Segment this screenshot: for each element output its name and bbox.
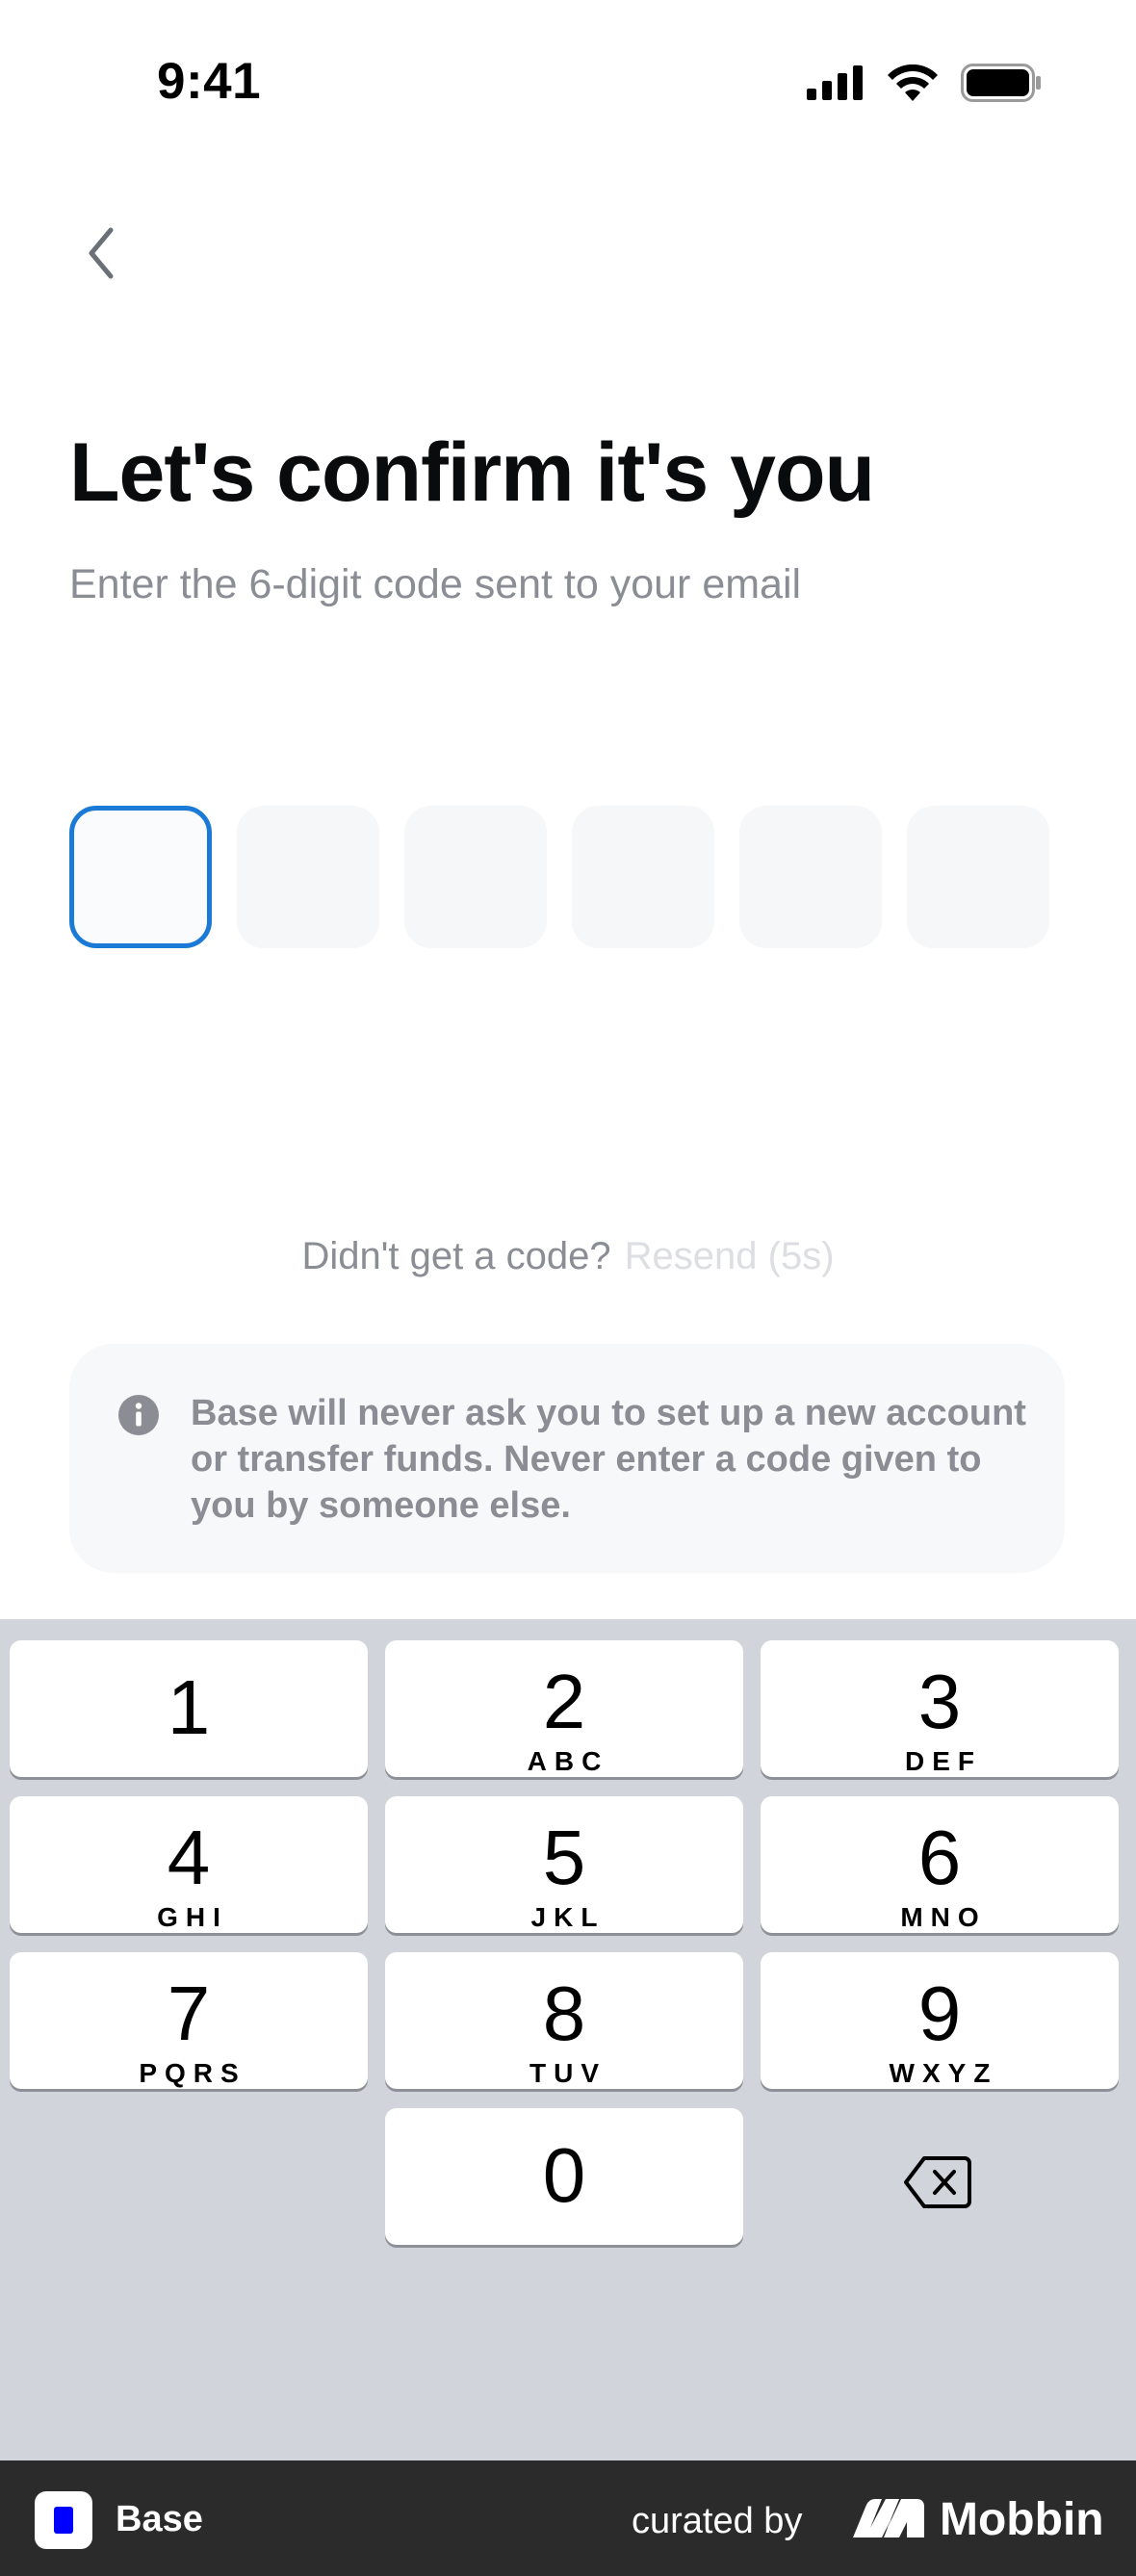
code-digit-2[interactable] <box>237 806 379 948</box>
key-number: 4 <box>167 1815 211 1900</box>
page-subtitle: Enter the 6-digit code sent to your emai… <box>69 561 802 607</box>
key-letters: JKL <box>530 1902 606 1932</box>
info-icon <box>118 1395 159 1435</box>
key-1[interactable]: 1 <box>10 1640 368 1777</box>
key-number: 0 <box>542 2132 586 2218</box>
footer-brand: Mobbin <box>940 2494 1104 2545</box>
battery-icon <box>961 64 1041 102</box>
footer-bar: Base curated by Mobbin <box>0 2460 1136 2576</box>
key-letters: DEF <box>905 1746 982 1776</box>
key-4[interactable]: 4 GHI <box>10 1796 368 1933</box>
code-input-row <box>69 806 1049 948</box>
code-digit-3[interactable] <box>404 806 547 948</box>
key-0[interactable]: 0 <box>385 2108 743 2245</box>
delete-key[interactable] <box>759 2114 1117 2251</box>
footer-app-name: Base <box>116 2499 203 2539</box>
status-bar: 9:41 <box>0 0 1136 169</box>
key-number: 7 <box>167 1971 211 2056</box>
footer-curated-by: curated by <box>632 2501 803 2541</box>
key-number: 1 <box>167 1664 211 1750</box>
numeric-keypad: 1 2 ABC 3 DEF 4 GHI 5 JKL 6 MNO 7 PQRS 8… <box>0 1619 1136 2460</box>
key-3[interactable]: 3 DEF <box>761 1640 1119 1777</box>
info-card: Base will never ask you to set up a new … <box>69 1344 1065 1573</box>
key-number: 8 <box>542 1971 586 2056</box>
status-icons <box>807 64 1042 102</box>
key-9[interactable]: 9 WXYZ <box>761 1952 1119 2089</box>
code-digit-6[interactable] <box>907 806 1049 948</box>
key-number: 2 <box>542 1659 586 1744</box>
key-6[interactable]: 6 MNO <box>761 1796 1119 1933</box>
app-logo-icon <box>35 2491 92 2549</box>
resend-row: Didn't get a code? Resend (5s) <box>0 1235 1136 1278</box>
chevron-left-icon <box>89 227 114 279</box>
key-7[interactable]: 7 PQRS <box>10 1952 368 2089</box>
key-letters: ABC <box>527 1746 609 1776</box>
code-digit-4[interactable] <box>572 806 714 948</box>
key-number: 5 <box>542 1815 586 1900</box>
key-letters: TUV <box>529 2058 607 2088</box>
key-8[interactable]: 8 TUV <box>385 1952 743 2089</box>
cellular-signal-icon <box>807 65 863 100</box>
key-number: 9 <box>917 1971 962 2056</box>
key-letters: PQRS <box>139 2058 246 2088</box>
key-letters: MNO <box>900 1902 987 1932</box>
backspace-icon <box>904 2156 971 2208</box>
page-title: Let's confirm it's you <box>69 426 875 519</box>
key-letters: WXYZ <box>889 2058 998 2088</box>
key-letters: GHI <box>157 1902 228 1932</box>
code-digit-1[interactable] <box>69 806 212 948</box>
back-button[interactable] <box>67 219 135 287</box>
status-time: 9:41 <box>157 53 262 110</box>
key-2[interactable]: 2 ABC <box>385 1640 743 1777</box>
wifi-icon <box>888 64 938 101</box>
mobbin-logo-icon <box>853 2499 924 2537</box>
resend-question: Didn't get a code? <box>301 1235 611 1277</box>
key-number: 3 <box>917 1659 962 1744</box>
code-digit-5[interactable] <box>739 806 882 948</box>
key-5[interactable]: 5 JKL <box>385 1796 743 1933</box>
key-number: 6 <box>917 1815 962 1900</box>
resend-link[interactable]: Resend (5s) <box>625 1235 835 1277</box>
info-text: Base will never ask you to set up a new … <box>191 1393 1026 1526</box>
